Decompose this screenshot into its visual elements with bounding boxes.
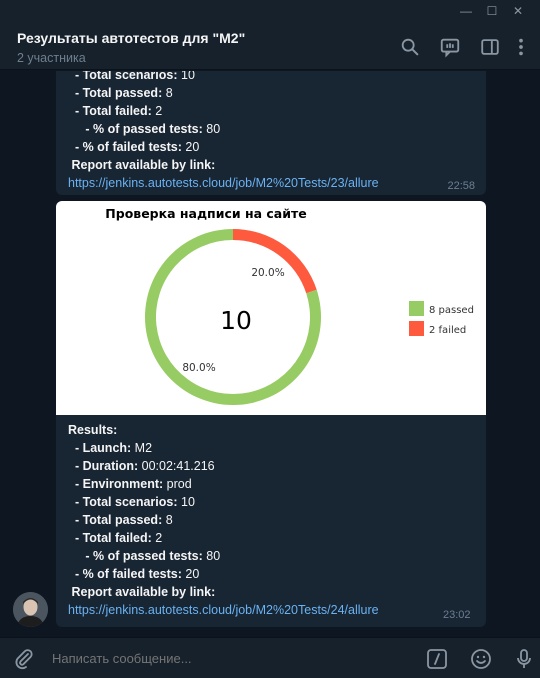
more-options-icon[interactable] (514, 36, 528, 58)
sidebar-toggle-icon[interactable] (479, 36, 501, 58)
message-line: - % of passed tests: 80 (85, 122, 221, 136)
report-link[interactable]: https://jenkins.autotests.cloud/job/M2%2… (68, 603, 379, 617)
message-line: Report available by link: (71, 585, 216, 599)
chart-center-label: 10 (220, 306, 252, 335)
emoji-icon[interactable] (469, 647, 493, 671)
legend-label-passed: 8 passed (429, 305, 474, 316)
user-avatar-icon (13, 592, 48, 627)
message-line: - Total scenarios: 10 (74, 495, 195, 509)
slice-label-passed: 80.0% (182, 362, 215, 374)
attach-icon[interactable] (12, 647, 36, 671)
message-time: 22:58 (447, 180, 475, 192)
message-line: - Total failed: 2 (74, 531, 163, 545)
search-icon[interactable] (399, 36, 421, 58)
close-window-button[interactable]: ✕ (508, 2, 528, 20)
donut-chart: Проверка надписи на сайте 10 20.0% 80.0%… (105, 206, 474, 405)
live-stream-icon[interactable] (439, 36, 461, 58)
message-bubble[interactable]: - Total scenarios: 10 - Total passed: 8 … (56, 71, 486, 195)
message-line: - Total passed: 8 (74, 86, 173, 100)
chart-image[interactable]: Проверка надписи на сайте 10 20.0% 80.0%… (56, 201, 486, 415)
legend-swatch-failed (409, 321, 424, 336)
message-composer (0, 637, 540, 678)
report-link[interactable]: https://jenkins.autotests.cloud/job/M2%2… (68, 176, 379, 190)
maximize-button[interactable]: ☐ (482, 2, 502, 20)
minimize-button[interactable]: — (456, 2, 476, 20)
legend-swatch-passed (409, 301, 424, 316)
window-titlebar: — ☐ ✕ (0, 0, 540, 22)
message-line: - % of failed tests: 20 (74, 567, 200, 581)
message-line: Report available by link: (71, 158, 216, 172)
message-list[interactable]: - Total scenarios: 10 - Total passed: 8 … (0, 71, 540, 637)
microphone-icon[interactable] (512, 647, 536, 671)
bot-commands-icon[interactable] (425, 647, 449, 671)
message-time: 23:02 (443, 609, 471, 621)
chart-title: Проверка надписи на сайте (105, 206, 306, 221)
message-line: - % of passed tests: 80 (85, 549, 221, 563)
chat-member-count[interactable]: 2 участника (17, 51, 86, 65)
message-line: - Total passed: 8 (74, 513, 173, 527)
message-text: - Total scenarios: 10 - Total passed: 8 … (68, 71, 379, 192)
chat-title[interactable]: Результаты автотестов для "M2" (17, 30, 245, 46)
message-text: Results: - Launch: M2 - Duration: 00:02:… (68, 421, 379, 619)
message-line: - Total scenarios: 10 (74, 71, 195, 82)
message-line: - % of failed tests: 20 (74, 140, 200, 154)
message-line: - Launch: M2 (74, 441, 153, 455)
chat-header: Результаты автотестов для "M2" 2 участни… (0, 22, 540, 70)
slice-label-failed: 20.0% (251, 267, 284, 279)
message-line: Results: (68, 423, 118, 437)
legend-label-failed: 2 failed (429, 325, 466, 336)
donut-slice-failed (233, 229, 317, 294)
message-line: - Total failed: 2 (74, 104, 163, 118)
message-input[interactable] (52, 651, 392, 666)
message-line: - Environment: prod (74, 477, 192, 491)
avatar[interactable] (13, 592, 48, 627)
message-line: - Duration: 00:02:41.216 (74, 459, 215, 473)
